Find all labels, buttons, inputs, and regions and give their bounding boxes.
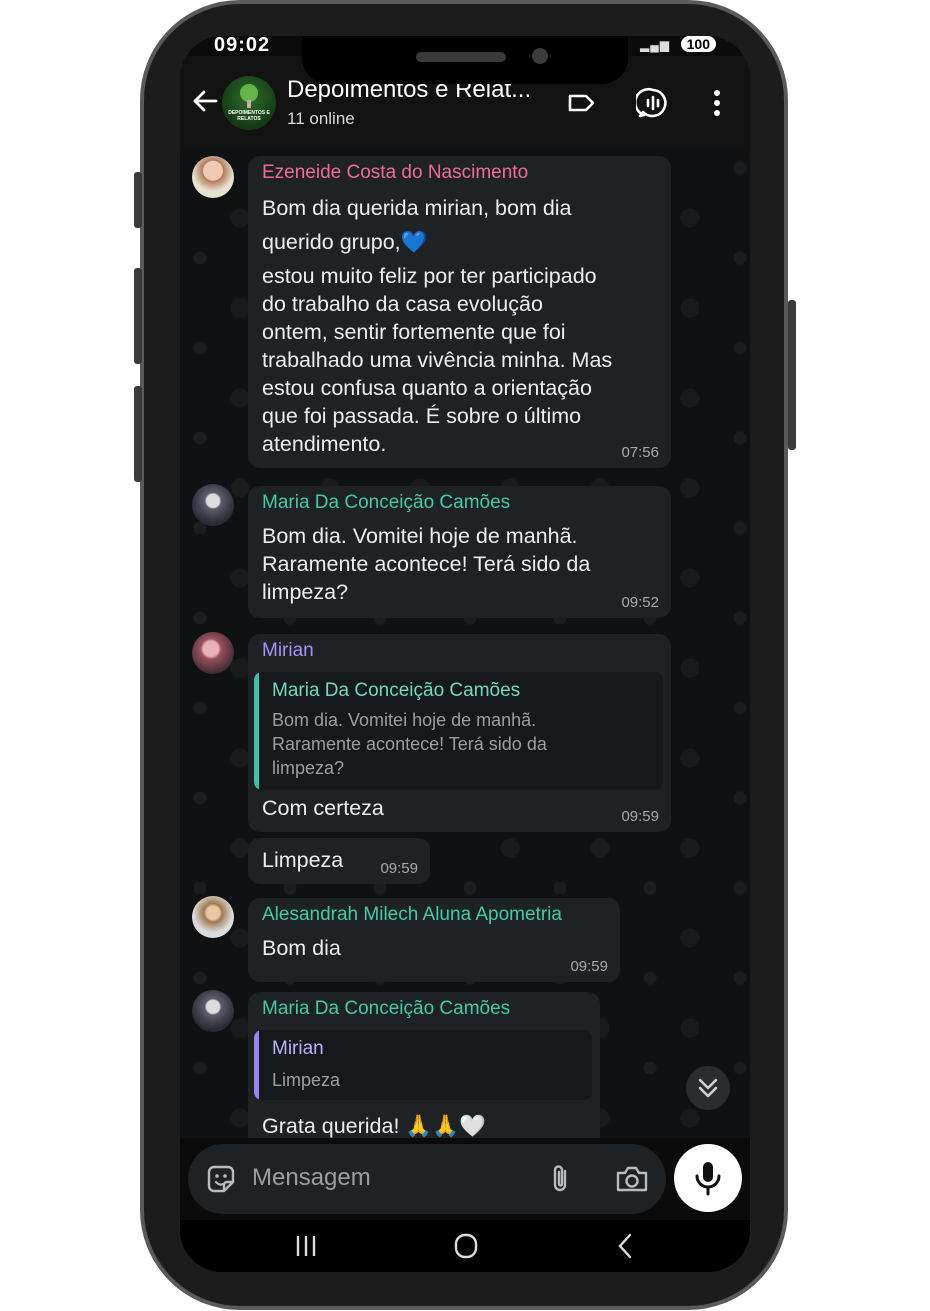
front-camera (532, 48, 548, 64)
message-text-line: ontem, sentir fortemente que foi (262, 320, 566, 344)
message-composer[interactable]: Mensagem (188, 1144, 666, 1214)
chat-messages[interactable]: Ezeneide Costa do Nascimento Bom dia que… (180, 148, 750, 1138)
message-bubble[interactable]: Maria Da Conceição Camões Bom dia. Vomit… (248, 486, 671, 618)
message-text: Limpeza (262, 848, 344, 872)
message-text-line: Bom dia querida mirian, bom dia (262, 196, 572, 220)
camera-icon[interactable] (614, 1162, 650, 1196)
group-avatar-text: DEPOIMENTOS E RELATOS (228, 110, 270, 122)
status-time: 09:02 (214, 36, 271, 56)
voice-chat-icon[interactable] (636, 86, 670, 120)
message-sender[interactable]: Maria Da Conceição Camões (262, 492, 510, 514)
more-options-icon[interactable] (700, 86, 734, 120)
quoted-text-line: Bom dia. Vomitei hoje de manhã. (272, 710, 537, 730)
message-input[interactable]: Mensagem (252, 1164, 371, 1192)
phone-volume-down-button (134, 386, 142, 482)
message-bubble[interactable]: Maria Da Conceição Camões Mirian Limpeza… (248, 992, 600, 1138)
message-text-line: querido grupo,💙 (262, 230, 428, 254)
message-text-line: Raramente acontece! Terá sido da (262, 552, 591, 576)
quoted-sender: Mirian (272, 1038, 324, 1059)
message-time: 07:56 (621, 444, 659, 461)
message-sender[interactable]: Alesandrah Milech Aluna Apometria (262, 904, 562, 926)
back-nav-icon[interactable] (606, 1230, 646, 1262)
message-text-line: atendimento. (262, 432, 387, 456)
message-text-line: do trabalho da casa evolução (262, 292, 543, 316)
avatar[interactable] (192, 156, 234, 198)
online-count: 11 online (287, 109, 355, 128)
phone-volume-up-button (134, 268, 142, 364)
quoted-message[interactable]: Maria Da Conceição Camões Bom dia. Vomit… (254, 672, 663, 790)
camera-notch (302, 36, 628, 84)
avatar[interactable] (192, 484, 234, 526)
message-text-line: que foi passada. É sobre o último (262, 404, 582, 428)
message-text-line: limpeza? (262, 580, 349, 604)
message-sender[interactable]: Ezeneide Costa do Nascimento (262, 162, 528, 184)
message-text: Bom dia (262, 936, 341, 960)
message-text-line: estou muito feliz por ter participado (262, 264, 597, 288)
label-tag-icon[interactable] (564, 86, 598, 120)
message-bubble[interactable]: Alesandrah Milech Aluna Apometria Bom di… (248, 898, 620, 982)
recent-apps-icon[interactable] (286, 1230, 326, 1262)
quote-bar (254, 1030, 259, 1100)
tree-trunk (247, 100, 251, 108)
scroll-to-bottom-button[interactable] (686, 1066, 730, 1110)
group-avatar[interactable]: DEPOIMENTOS E RELATOS (222, 76, 276, 130)
battery-level: 100 (680, 36, 716, 52)
avatar[interactable] (192, 990, 234, 1032)
home-icon[interactable] (446, 1230, 486, 1262)
message-bubble[interactable]: Mirian Maria Da Conceição Camões Bom dia… (248, 634, 671, 832)
voice-record-button[interactable] (674, 1144, 742, 1212)
message-text-line: trabalhado uma vivência minha. Mas (262, 348, 613, 372)
avatar[interactable] (192, 632, 234, 674)
message-text-line: estou confusa quanto a orientação (262, 376, 592, 400)
sticker-icon[interactable] (204, 1162, 238, 1196)
quoted-text-line: Raramente acontece! Terá sido da (272, 734, 547, 754)
message-text-line: Bom dia. Vomitei hoje de manhã. (262, 524, 578, 548)
message-text: Grata querida! 🙏🙏🤍 (262, 1114, 486, 1138)
speaker-grille (416, 52, 506, 62)
quoted-sender: Maria Da Conceição Camões (272, 680, 521, 701)
quoted-text-line: limpeza? (272, 758, 345, 778)
message-time: 09:52 (621, 594, 659, 611)
phone-screen: 09:02 ▂▄▆ 100 DEPOIMENTOS E RELATOS Depo… (180, 36, 750, 1272)
message-sender[interactable]: Mirian (262, 640, 314, 662)
phone-power-button (788, 300, 796, 450)
back-arrow-icon[interactable] (190, 86, 220, 116)
paperclip-icon[interactable] (543, 1162, 577, 1196)
message-time: 09:59 (621, 808, 659, 825)
quoted-text: Limpeza (272, 1070, 341, 1090)
message-bubble[interactable]: Ezeneide Costa do Nascimento Bom dia que… (248, 156, 671, 468)
message-time: 09:59 (380, 860, 418, 877)
microphone-icon (695, 1162, 721, 1196)
double-chevron-down-icon (698, 1078, 718, 1098)
message-text: Com certeza (262, 796, 384, 820)
system-navigation-bar (180, 1220, 750, 1272)
message-bubble[interactable]: Limpeza 09:59 (248, 838, 430, 884)
message-time: 09:59 (570, 958, 608, 975)
message-sender[interactable]: Maria Da Conceição Camões (262, 998, 510, 1020)
quote-bar (254, 672, 259, 790)
avatar[interactable] (192, 896, 234, 938)
quoted-message[interactable]: Mirian Limpeza (254, 1030, 592, 1100)
signal-icon: ▂▄▆ (640, 38, 670, 52)
phone-side-button (134, 172, 142, 228)
